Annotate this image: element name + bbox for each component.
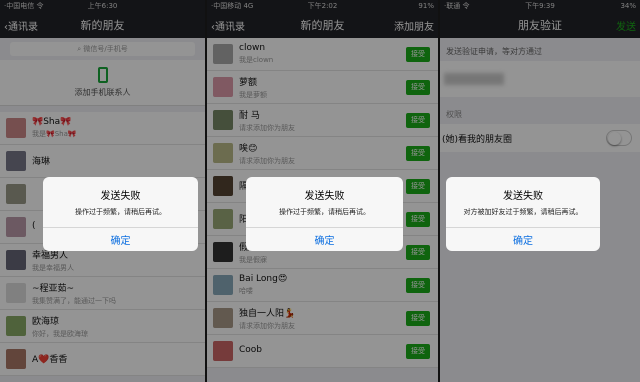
screen-friend-verification: ·联通 令 下午9:39 34% 朋友验证 发送 发送验证申请，等对方通过 权限… — [438, 0, 640, 382]
error-dialog: 发送失败 操作过于频繁，请稍后再试。 确定 — [246, 177, 403, 251]
confirm-button[interactable]: 确定 — [246, 227, 403, 251]
error-dialog: 发送失败 操作过于频繁，请稍后再试。 确定 — [43, 177, 198, 251]
dialog-message: 操作过于频繁，请稍后再试。 — [75, 208, 166, 216]
screen-new-friends-1: ·中国电信 令 上午6:30 ‹通讯录 新的朋友 ⌕ 微信号/手机号 添加手机联… — [0, 0, 205, 382]
screen-new-friends-2: ·中国移动 4G 下午2:02 91% ‹通讯录 新的朋友 添加朋友 clown… — [205, 0, 438, 382]
dialog-title: 发送失败 — [304, 191, 345, 202]
dialog-title: 发送失败 — [503, 191, 543, 202]
error-dialog: 发送失败 对方被加好友过于频繁，请稍后再试。 确定 — [446, 177, 600, 251]
dialog-title: 发送失败 — [100, 191, 141, 202]
dialog-message: 对方被加好友过于频繁，请稍后再试。 — [463, 208, 583, 216]
confirm-button[interactable]: 确定 — [446, 227, 600, 251]
confirm-button[interactable]: 确定 — [43, 227, 198, 251]
dialog-message: 操作过于频繁，请稍后再试。 — [279, 208, 370, 216]
